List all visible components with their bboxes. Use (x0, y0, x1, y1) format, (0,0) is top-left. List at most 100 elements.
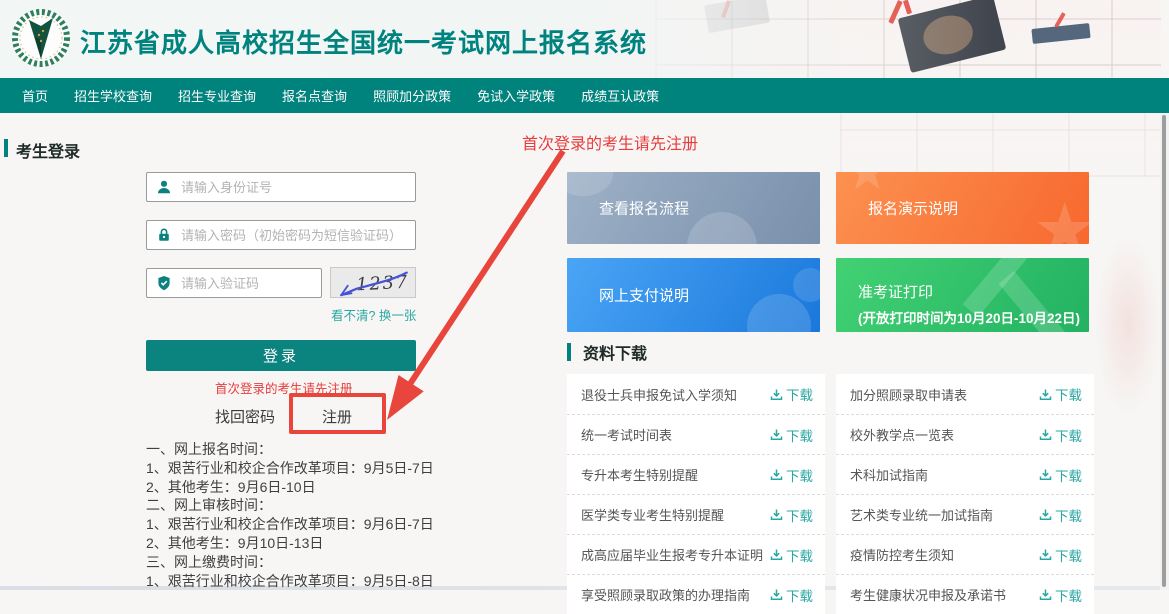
lock-icon (156, 227, 172, 243)
download-row: 专升本考生特别提醒 下载 (567, 454, 825, 494)
download-link[interactable]: 下载 (770, 465, 813, 485)
download-row: 统一考试时间表 下载 (567, 414, 825, 454)
scrollbar-thumb[interactable] (1162, 115, 1166, 587)
captcha-field[interactable] (146, 268, 322, 298)
captcha-input[interactable] (181, 276, 312, 291)
notice-line: 一、网上报名时间： (146, 440, 434, 459)
card-view-registration-process[interactable]: 查看报名流程 (567, 172, 820, 244)
site-logo-icon (10, 7, 72, 69)
card-label: 网上支付说明 (599, 285, 689, 306)
nav-item-exemption-policy[interactable]: 免试入学政策 (477, 86, 555, 105)
notice-line: 1、艰苦行业和校企合作改革项目：9月5日-8日 (146, 572, 434, 591)
card-admission-ticket-print[interactable]: 准考证打印 (开放打印时间为10月20日-10月22日) (836, 258, 1089, 332)
download-icon (1039, 468, 1052, 481)
download-link[interactable]: 下载 (1039, 545, 1082, 565)
download-name: 考生健康状况申报及承诺书 (850, 585, 1039, 604)
section-accent-bar (4, 139, 8, 157)
downloads-left-column: 退役士兵申报免试入学须知 下载 统一考试时间表 下载 专升本考生特别提醒 下载 … (567, 374, 825, 614)
download-link[interactable]: 下载 (770, 425, 813, 445)
main-nav: 首页 招生学校查询 招生专业查询 报名点查询 照顾加分政策 免试入学政策 成绩互… (0, 78, 1169, 113)
download-name: 专升本考生特别提醒 (581, 465, 770, 484)
register-link[interactable]: 注册 (322, 406, 352, 427)
person-icon (156, 179, 172, 195)
download-link[interactable]: 下载 (1039, 585, 1082, 605)
cloud-deco (687, 212, 757, 244)
circle-deco (747, 294, 811, 332)
background-building-photo (840, 113, 1160, 177)
card-label: 查看报名流程 (599, 198, 689, 219)
notice-line: 2、其他考生：9月10日-13日 (146, 534, 434, 553)
vertical-scrollbar (1160, 113, 1169, 590)
download-link[interactable]: 下载 (1039, 425, 1082, 445)
download-name: 医学类专业考生特别提醒 (581, 505, 770, 524)
download-name: 退役士兵申报免试入学须知 (581, 385, 770, 404)
download-row: 艺术类专业统一加试指南 下载 (836, 494, 1094, 534)
download-row: 退役士兵申报免试入学须知 下载 (567, 374, 825, 414)
nav-item-major-query[interactable]: 招生专业查询 (178, 86, 256, 105)
notice-line: 二、网上审核时间： (146, 496, 434, 515)
download-name: 加分照顾录取申请表 (850, 385, 1039, 404)
download-icon (770, 468, 783, 481)
nav-item-bonus-policy[interactable]: 照顾加分政策 (373, 86, 451, 105)
captcha-image[interactable]: 1237 (330, 267, 416, 298)
header: 江苏省成人高校招生全国统一考试网上报名系统 (0, 0, 1169, 78)
download-link[interactable]: 下载 (770, 384, 813, 404)
download-row: 校外教学点一览表 下载 (836, 414, 1094, 454)
download-row: 成高应届毕业生报考专升本证明 下载 (567, 534, 825, 574)
download-row: 加分照顾录取申请表 下载 (836, 374, 1094, 414)
download-name: 疫情防控考生须知 (850, 545, 1039, 564)
captcha-refresh-link[interactable]: 看不清? 换一张 (331, 305, 417, 324)
card-label: 报名演示说明 (868, 198, 958, 219)
download-name: 享受照顾录取政策的办理指南 (581, 585, 770, 604)
star-deco: ★ (844, 172, 891, 198)
circle-deco (793, 268, 820, 302)
card-label: 准考证打印 (858, 281, 933, 302)
download-icon (770, 388, 783, 401)
download-link[interactable]: 下载 (770, 505, 813, 525)
login-section-title: 考生登录 (16, 138, 80, 162)
background-photo-blur (1095, 235, 1161, 415)
download-icon (1039, 388, 1052, 401)
notice-line: 三、网上缴费时间： (146, 553, 434, 572)
register-annotation-text: 首次登录的考生请先注册 (522, 130, 698, 154)
download-icon (770, 548, 783, 561)
password-input[interactable] (181, 228, 406, 243)
download-link[interactable]: 下载 (770, 545, 813, 565)
nav-item-regpoint-query[interactable]: 报名点查询 (282, 86, 347, 105)
download-row: 医学类专业考生特别提醒 下载 (567, 494, 825, 534)
cloud-deco (567, 172, 613, 196)
id-number-field[interactable] (146, 172, 416, 202)
section-accent-bar (567, 343, 571, 361)
password-field[interactable] (146, 220, 416, 250)
download-link[interactable]: 下载 (1039, 384, 1082, 404)
download-icon (1039, 428, 1052, 441)
downloads-right-column: 加分照顾录取申请表 下载 校外教学点一览表 下载 术科加试指南 下载 艺术类专业… (836, 374, 1094, 614)
card-registration-demo[interactable]: ★ ★ 报名演示说明 (836, 172, 1089, 244)
forgot-password-link[interactable]: 找回密码 (215, 406, 275, 427)
download-row: 疫情防控考生须知 下载 (836, 534, 1094, 574)
login-button[interactable]: 登录 (146, 340, 416, 371)
page: 江苏省成人高校招生全国统一考试网上报名系统 首页 招生学校查询 招生专业查询 报… (0, 0, 1169, 590)
download-row: 享受照顾录取政策的办理指南 下载 (567, 574, 825, 614)
notice-line: 1、艰苦行业和校企合作改革项目：9月5日-7日 (146, 459, 434, 478)
nav-item-school-query[interactable]: 招生学校查询 (74, 86, 152, 105)
nav-item-score-recognition-policy[interactable]: 成绩互认政策 (581, 86, 659, 105)
download-icon (1039, 508, 1052, 521)
download-row: 术科加试指南 下载 (836, 454, 1094, 494)
star-deco: ★ (1032, 194, 1089, 244)
nav-item-home[interactable]: 首页 (22, 86, 48, 105)
download-row: 考生健康状况申报及承诺书 下载 (836, 574, 1094, 614)
download-link[interactable]: 下载 (770, 585, 813, 605)
download-name: 成高应届毕业生报考专升本证明 (581, 545, 770, 564)
download-icon (1039, 548, 1052, 561)
download-link[interactable]: 下载 (1039, 505, 1082, 525)
download-link[interactable]: 下载 (1039, 465, 1082, 485)
download-name: 统一考试时间表 (581, 425, 770, 444)
download-icon (770, 508, 783, 521)
download-name: 术科加试指南 (850, 465, 1039, 484)
card-online-payment-info[interactable]: 网上支付说明 (567, 258, 820, 332)
first-login-hint: 首次登录的考生请先注册 (215, 378, 353, 397)
shield-check-icon (156, 275, 172, 291)
id-number-input[interactable] (181, 180, 406, 195)
notice-line: 1、艰苦行业和校企合作改革项目：9月6日-7日 (146, 515, 434, 534)
